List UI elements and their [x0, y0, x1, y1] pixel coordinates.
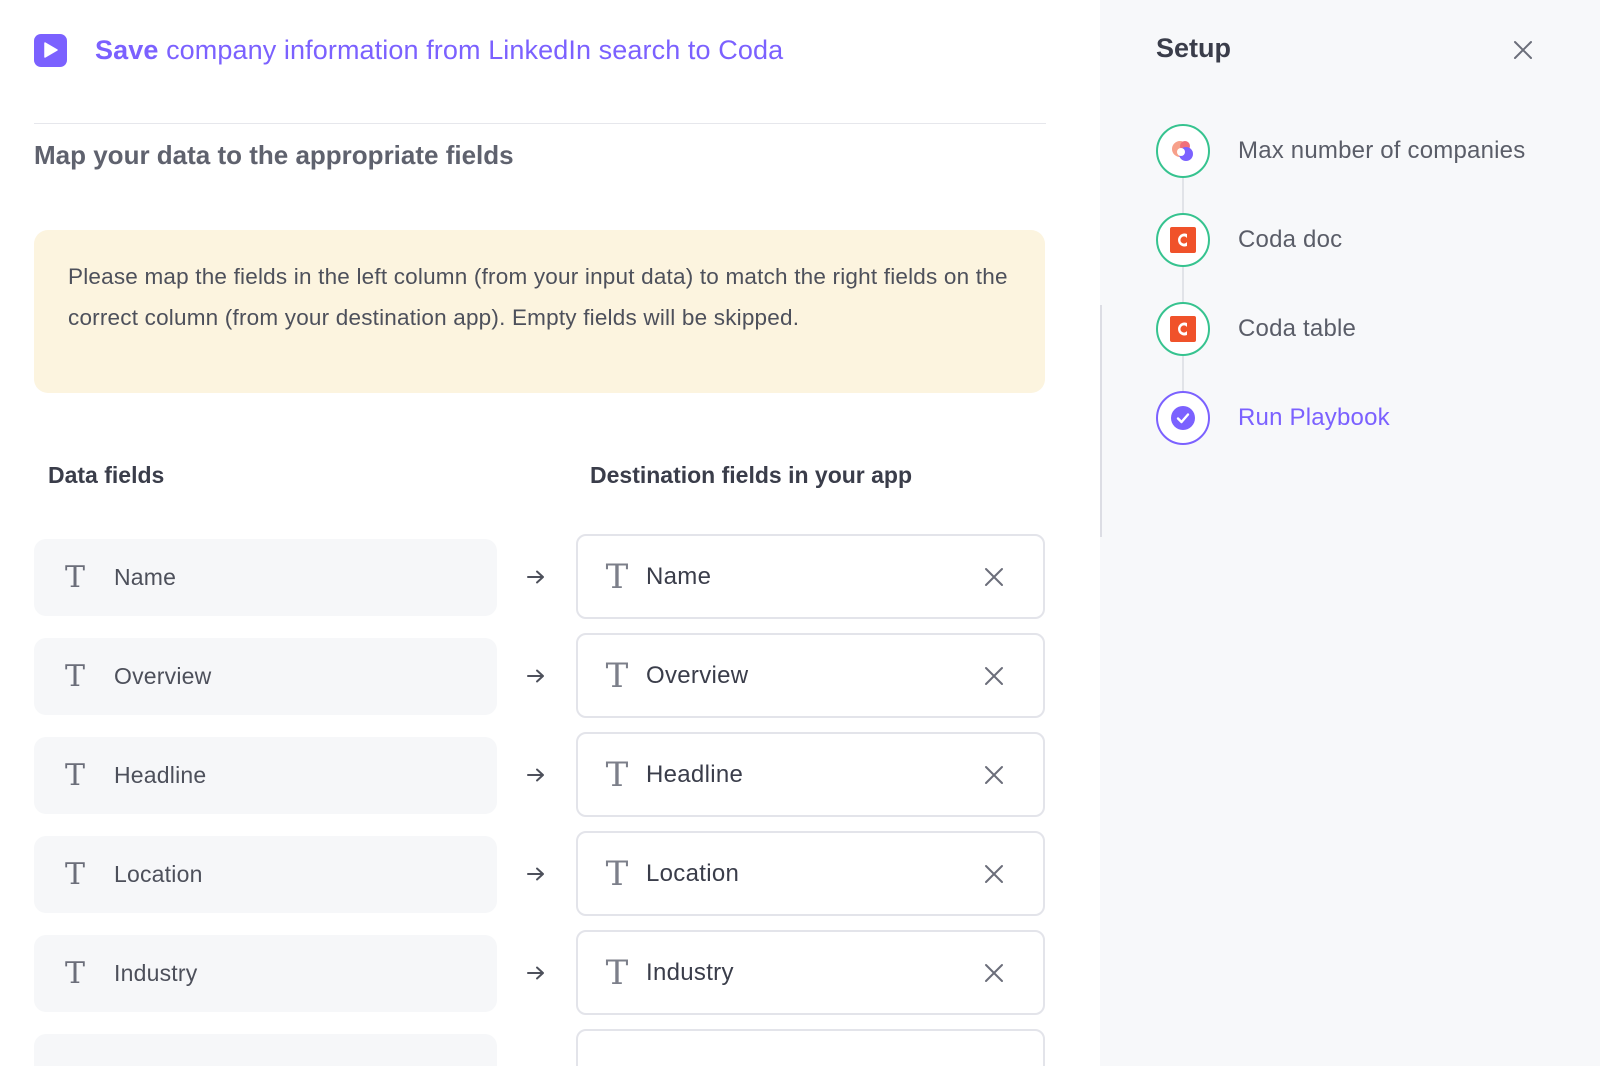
mapping-row-cutoff [34, 1029, 1046, 1066]
source-field-label: Overview [114, 663, 212, 689]
step-connector [1182, 356, 1184, 391]
step-label: Coda table [1238, 315, 1357, 342]
remove-mapping-icon[interactable] [983, 764, 1005, 786]
text-type-icon: T [64, 658, 85, 694]
step-connector [1182, 178, 1184, 213]
check-circle-icon [1156, 391, 1210, 445]
destination-field[interactable]: T Industry [576, 930, 1045, 1015]
source-field-label: Headline [114, 762, 207, 788]
destination-field[interactable]: T Location [576, 831, 1045, 916]
setup-step-run-playbook[interactable]: Run Playbook [1156, 391, 1525, 480]
mapping-row: T Industry T Industry [34, 930, 1046, 1029]
destination-field[interactable]: T Name [576, 534, 1045, 619]
setup-step-coda-table[interactable]: Coda table [1156, 302, 1525, 391]
text-type-icon: T [605, 853, 629, 894]
header-divider [34, 123, 1046, 124]
arrow-right-icon [526, 759, 546, 791]
remove-mapping-icon[interactable] [983, 566, 1005, 588]
destination-field-label: Industry [646, 958, 734, 986]
close-icon[interactable] [1511, 38, 1535, 62]
field-mapping-list: T Name T Name T Overview T Overview T He… [34, 534, 1046, 1066]
text-type-icon: T [64, 559, 85, 595]
destination-field-label: Location [646, 859, 740, 887]
coda-icon [1156, 302, 1210, 356]
destination-field-label: Name [646, 562, 712, 590]
source-field-label: Name [114, 564, 177, 590]
text-type-icon: T [605, 952, 629, 993]
source-field: T Headline [34, 737, 497, 814]
step-label: Max number of companies [1238, 137, 1526, 164]
mapping-row: T Headline T Headline [34, 732, 1046, 831]
text-type-icon: T [605, 754, 629, 795]
source-field: T Location [34, 836, 497, 913]
play-icon [34, 33, 67, 67]
setup-steps: Max number of companies Coda doc Coda ta… [1156, 124, 1525, 480]
playbook-title-action: Save [95, 34, 159, 65]
source-field: T Name [34, 539, 497, 616]
text-type-icon: T [64, 955, 85, 991]
panel-scroll-rail [1100, 305, 1102, 537]
destination-field[interactable]: T Headline [576, 732, 1045, 817]
source-field-label: Location [114, 861, 203, 887]
mapping-row: T Location T Location [34, 831, 1046, 930]
data-fields-heading: Data fields [48, 462, 165, 488]
source-field-label: Industry [114, 960, 198, 986]
destination-field[interactable] [576, 1029, 1045, 1066]
step-label: Run Playbook [1238, 404, 1390, 431]
app-logo-icon [1156, 124, 1210, 178]
setup-step-max-companies[interactable]: Max number of companies [1156, 124, 1525, 213]
main-panel: Save company information from LinkedIn s… [0, 0, 1100, 1066]
text-type-icon: T [605, 655, 629, 696]
arrow-right-icon [526, 660, 546, 692]
source-field: T Overview [34, 638, 497, 715]
step-connector [1182, 267, 1184, 302]
destination-field-label: Headline [646, 760, 744, 788]
playbook-title-rest: company information from LinkedIn search… [158, 34, 784, 65]
playbook-title: Save company information from LinkedIn s… [95, 35, 783, 66]
source-field [34, 1034, 497, 1066]
section-title: Map your data to the appropriate fields [34, 140, 514, 170]
destination-field[interactable]: T Overview [576, 633, 1045, 718]
arrow-right-icon [526, 957, 546, 989]
source-field: T Industry [34, 935, 497, 1012]
remove-mapping-icon[interactable] [983, 665, 1005, 687]
arrow-right-icon [526, 858, 546, 890]
arrow-right-icon [526, 561, 546, 593]
text-type-icon: T [64, 757, 85, 793]
setup-step-coda-doc[interactable]: Coda doc [1156, 213, 1525, 302]
remove-mapping-icon[interactable] [983, 863, 1005, 885]
setup-panel: Setup Max number of companies Coda doc C… [1100, 0, 1600, 1066]
mapping-row: T Overview T Overview [34, 633, 1046, 732]
playbook-header: Save company information from LinkedIn s… [34, 28, 783, 72]
remove-mapping-icon[interactable] [983, 962, 1005, 984]
mapping-notice: Please map the fields in the left column… [34, 230, 1045, 393]
text-type-icon: T [64, 856, 85, 892]
coda-icon [1156, 213, 1210, 267]
text-type-icon: T [605, 556, 629, 597]
destination-fields-heading: Destination fields in your app [590, 462, 913, 488]
setup-title: Setup [1156, 33, 1232, 63]
mapping-row: T Name T Name [34, 534, 1046, 633]
step-label: Coda doc [1238, 226, 1343, 253]
destination-field-label: Overview [646, 661, 749, 689]
